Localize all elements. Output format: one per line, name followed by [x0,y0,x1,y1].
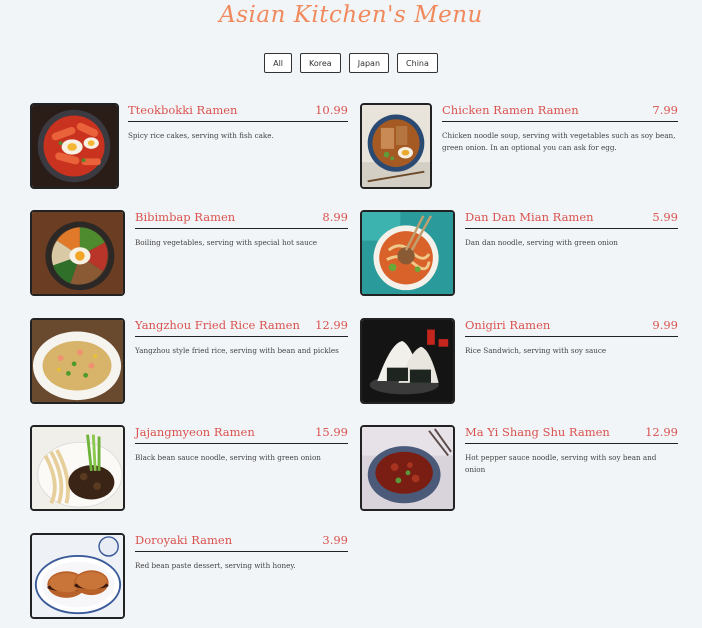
dorayaki-photo [30,533,125,619]
item-price: 12.99 [645,425,678,439]
jajangmyeon-photo [30,425,125,511]
item-description: Yangzhou style fried rice, serving with … [135,346,339,355]
menu-item: Onigiri Ramen 9.99 Rice Sandwich, servin… [360,318,678,404]
item-name: Chicken Ramen Ramen [442,103,579,117]
page-title: Asian Kitchen's Menu [219,2,483,28]
item-name: Tteokbokki Ramen [128,103,238,117]
category-filters: All Korea Japan China [0,53,702,73]
item-description: Spicy rice cakes, serving with fish cake… [128,131,274,140]
menu-item: Yangzhou Fried Rice Ramen 12.99 Yangzhou… [30,318,348,404]
fried-rice-photo [30,318,125,404]
filter-japan-button[interactable]: Japan [348,53,390,73]
item-description: Boiling vegetables, serving with special… [135,238,318,247]
item-price: 12.99 [315,318,348,332]
filter-all-button[interactable]: All [264,53,293,73]
item-price: 9.99 [652,318,678,332]
item-name: Yangzhou Fried Rice Ramen [135,318,300,332]
item-description: Red bean paste dessert, serving with hon… [135,561,296,570]
item-description: Black bean sauce noodle, serving with gr… [135,453,321,462]
item-description: Dan dan noodle, serving with green onion [465,238,618,247]
ma-yi-shang-shu-photo [360,425,455,511]
item-name: Dan Dan Mian Ramen [465,210,594,224]
item-price: 7.99 [652,103,678,117]
menu-item: Dan Dan Mian Ramen 5.99 Dan dan noodle, … [360,210,678,296]
item-price: 10.99 [315,103,348,117]
menu-item: Chicken Ramen Ramen 7.99 Chicken noodle … [360,103,678,189]
item-description: Rice Sandwich, serving with soy sauce [465,346,607,355]
filter-china-button[interactable]: China [397,53,438,73]
item-name: Bibimbap Ramen [135,210,236,224]
item-price: 15.99 [315,425,348,439]
menu-item: Jajangmyeon Ramen 15.99 Black bean sauce… [30,425,348,511]
item-name: Ma Yi Shang Shu Ramen [465,425,610,439]
dan-dan-mian-photo [360,210,455,296]
tteokbokki-photo [30,103,119,189]
menu-item: Doroyaki Ramen 3.99 Red bean paste desse… [30,533,348,619]
item-description: Chicken noodle soup, serving with vegeta… [442,131,676,152]
filter-korea-button[interactable]: Korea [300,53,341,73]
item-name: Doroyaki Ramen [135,533,233,547]
chicken-ramen-photo [360,103,432,189]
item-name: Jajangmyeon Ramen [135,425,255,439]
item-price: 3.99 [322,533,348,547]
item-price: 8.99 [322,210,348,224]
menu-item: Tteokbokki Ramen 10.99 Spicy rice cakes,… [30,103,348,189]
onigiri-photo [360,318,455,404]
item-name: Onigiri Ramen [465,318,551,332]
item-description: Hot pepper sauce noodle, serving with so… [465,453,657,474]
bibimbap-photo [30,210,125,296]
menu-item: Ma Yi Shang Shu Ramen 12.99 Hot pepper s… [360,425,678,511]
item-price: 5.99 [652,210,678,224]
menu-item: Bibimbap Ramen 8.99 Boiling vegetables, … [30,210,348,296]
